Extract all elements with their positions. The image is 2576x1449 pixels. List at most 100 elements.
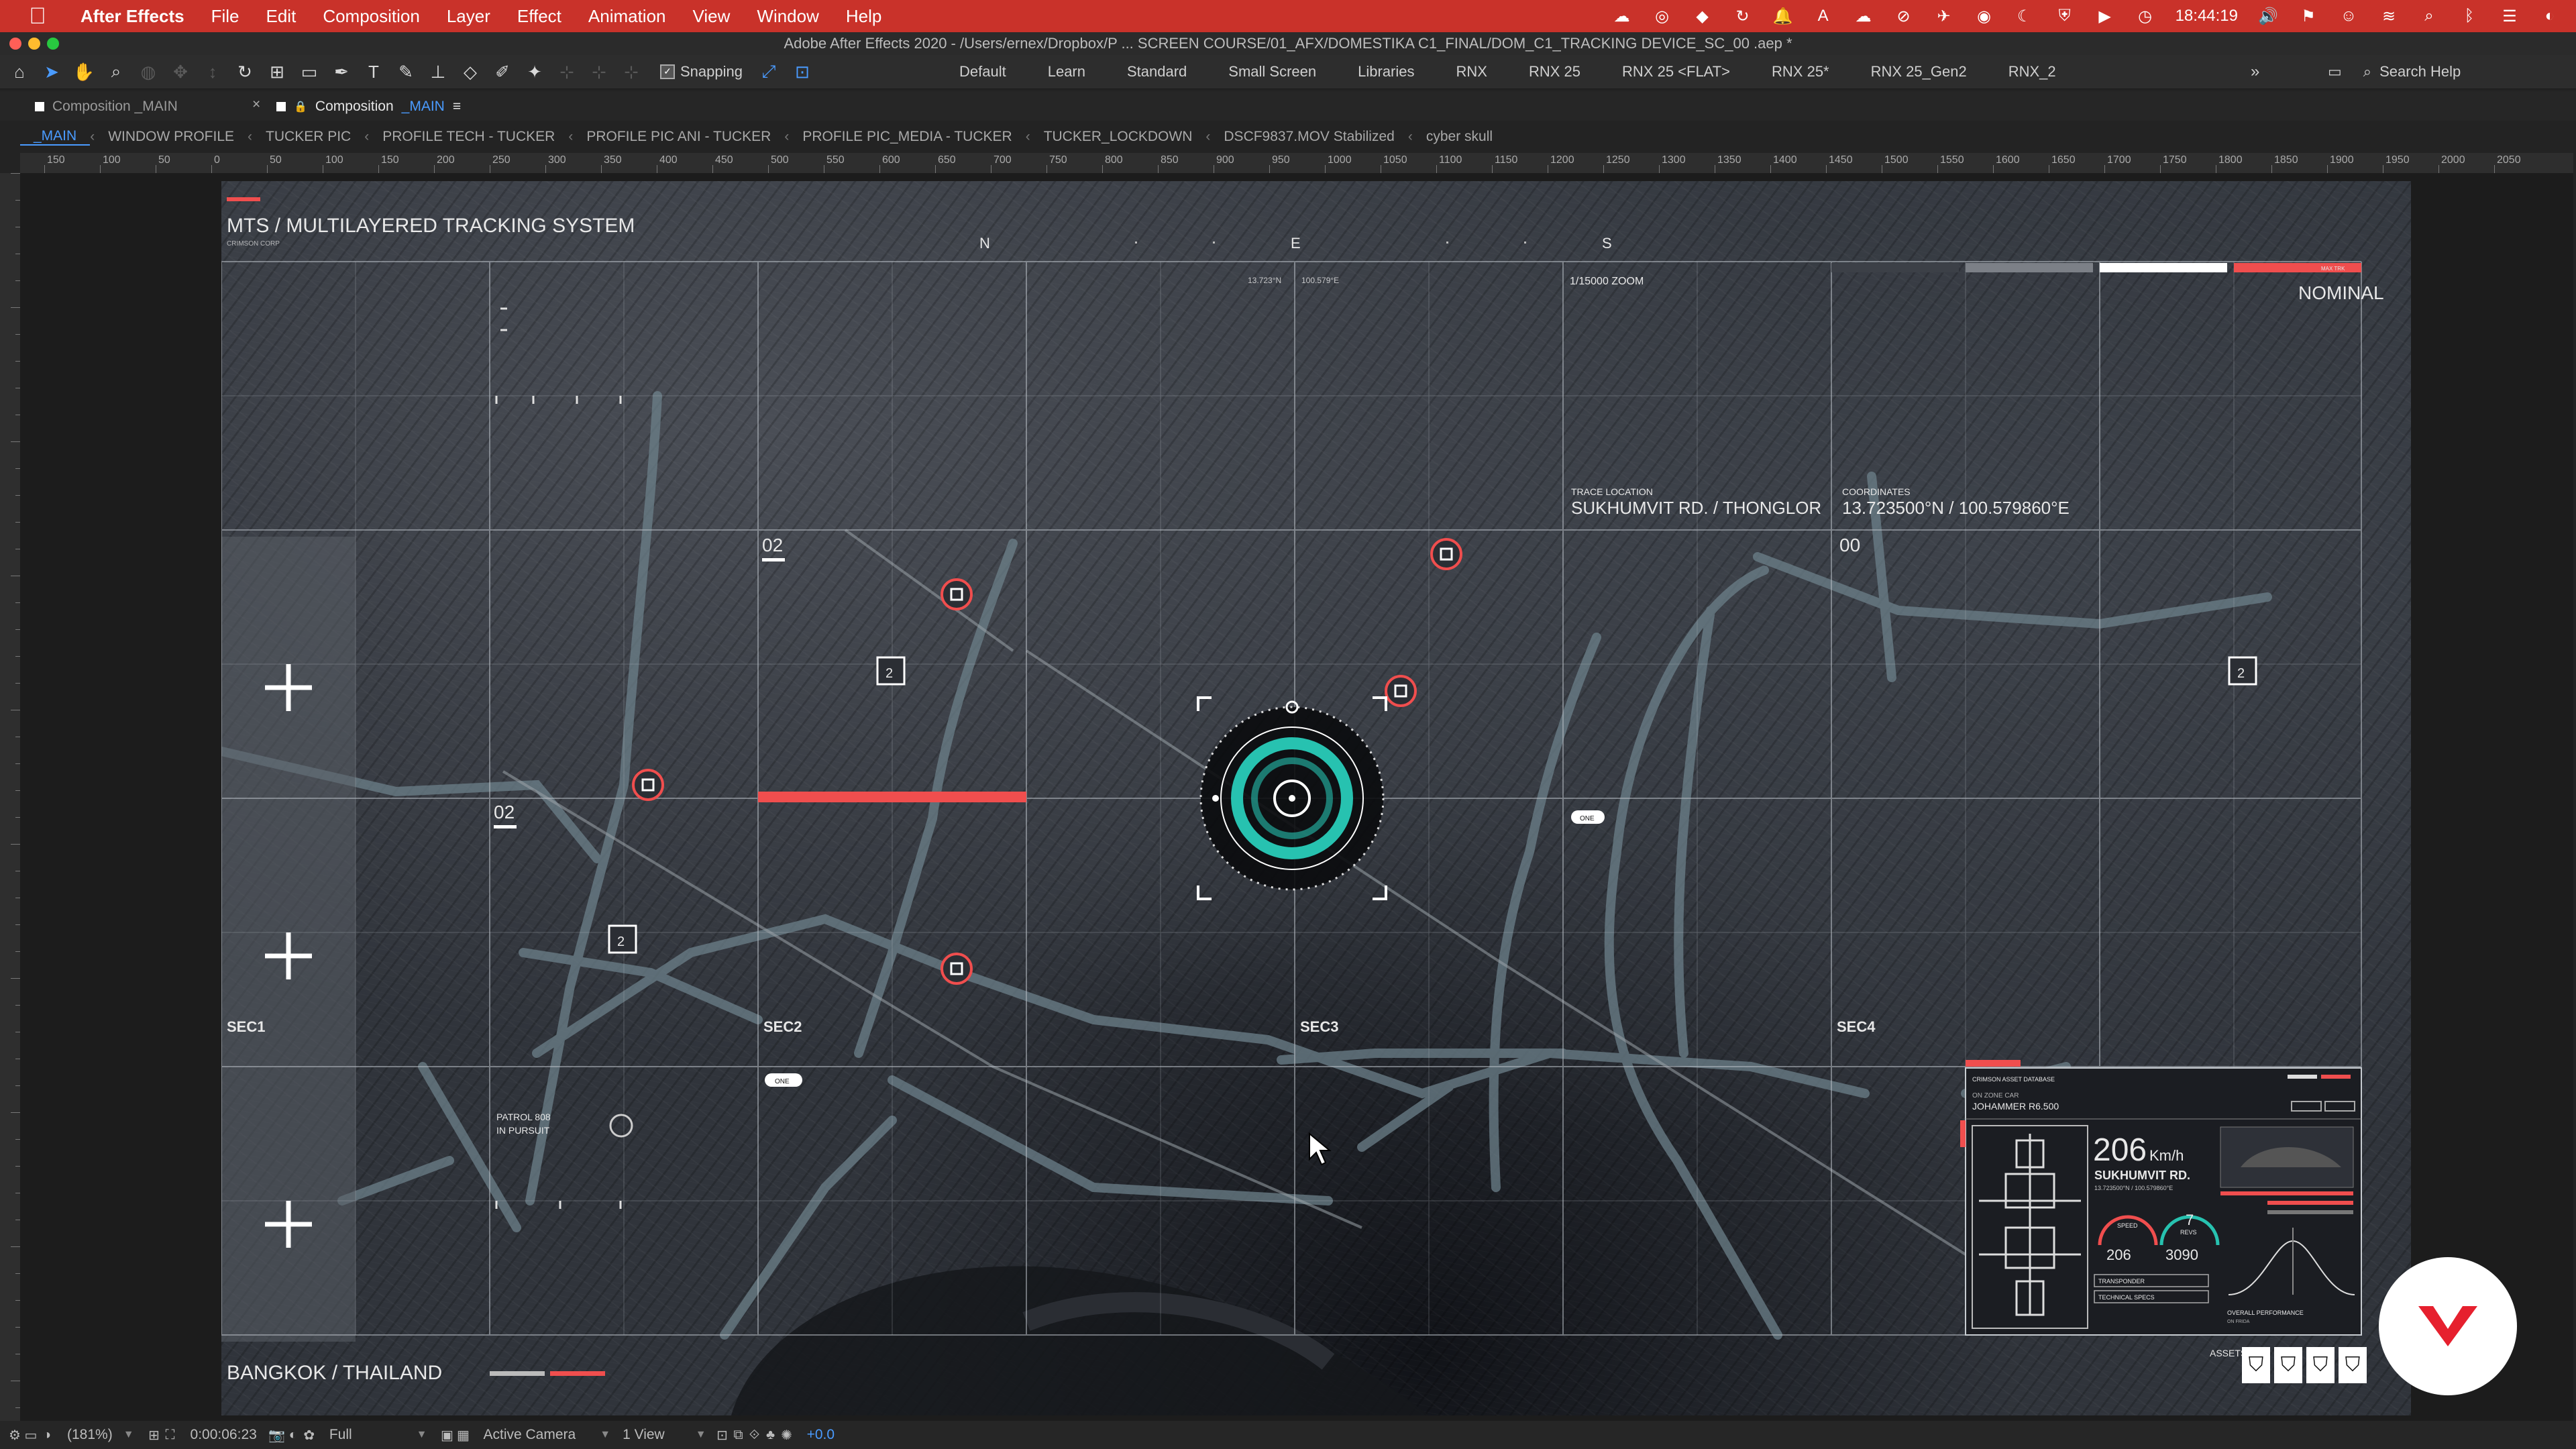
user-icon[interactable]: ☺: [2339, 6, 2359, 26]
zoom-window-button[interactable]: [47, 38, 59, 50]
menu-layer[interactable]: Layer: [447, 6, 490, 27]
close-tab-button[interactable]: ×: [252, 97, 260, 113]
control-center-icon[interactable]: ☰: [2500, 6, 2520, 26]
cloud-icon[interactable]: ☁: [1854, 6, 1874, 26]
exposure-value[interactable]: +0.0: [807, 1427, 835, 1443]
history-icon[interactable]: ◷: [2135, 6, 2155, 26]
grid-icon[interactable]: ⊞: [146, 1427, 162, 1443]
workspace-default[interactable]: Default: [959, 63, 1006, 80]
color-channel-icon[interactable]: ✿: [301, 1427, 317, 1443]
workspace-rnx-25[interactable]: RNX 25: [1529, 63, 1580, 80]
menu-help[interactable]: Help: [846, 6, 881, 27]
show-snapshot-icon[interactable]: ◐: [285, 1427, 301, 1443]
ruler-vertical[interactable]: [0, 173, 21, 1421]
breadcrumb-window-profile[interactable]: WINDOW PROFILE: [95, 129, 248, 145]
zoom-tool-icon[interactable]: ⌕: [103, 59, 129, 85]
region-icon[interactable]: ⛶: [162, 1427, 178, 1443]
minimize-window-button[interactable]: [28, 38, 40, 50]
snapping-checkbox[interactable]: ✓: [660, 64, 675, 79]
breadcrumb-profile-pic-media[interactable]: PROFILE PIC_MEDIA - TUCKER: [789, 129, 1025, 145]
world-axis-icon[interactable]: ⊹: [586, 59, 612, 85]
preview-options-icon[interactable]: ⚙: [7, 1427, 23, 1443]
asset-button-3[interactable]: ⛉: [2306, 1347, 2334, 1383]
type-tool-icon[interactable]: T: [361, 59, 386, 85]
pan-tool-icon[interactable]: ✥: [168, 59, 193, 85]
search-help-input[interactable]: Search Help: [2379, 63, 2461, 80]
composition-viewer[interactable]: MTS / MULTILAYERED TRACKING SYSTEM CRIMS…: [20, 173, 2573, 1421]
fast-preview-icon[interactable]: ⟐: [747, 1427, 763, 1443]
composition-frame[interactable]: MTS / MULTILAYERED TRACKING SYSTEM CRIMS…: [221, 181, 2411, 1415]
workspace-rnx-25-gen2[interactable]: RNX 25_Gen2: [1871, 63, 1967, 80]
menu-effect[interactable]: Effect: [517, 6, 561, 27]
wifi-icon[interactable]: ≋: [2379, 6, 2399, 26]
cc-icon[interactable]: ☁: [1612, 6, 1632, 26]
breadcrumb-dscf9837[interactable]: DSCF9837.MOV Stabilized: [1210, 129, 1407, 145]
breadcrumb-main[interactable]: _MAIN: [20, 128, 91, 146]
menu-app[interactable]: After Effects: [80, 6, 184, 27]
menu-composition[interactable]: Composition: [323, 6, 420, 27]
ruler-horizontal[interactable]: 150 100 50 0 50 100 150 200 250 300 350 400 450 500 55…: [20, 153, 2573, 174]
flowchart-icon[interactable]: ♣: [763, 1427, 779, 1443]
rocket-icon[interactable]: ✈: [1934, 6, 1954, 26]
orbit-tool-icon[interactable]: ◍: [136, 59, 161, 85]
camera-dropdown[interactable]: Active Camera ▼: [484, 1427, 611, 1443]
dropbox-icon[interactable]: ◆: [1693, 6, 1713, 26]
workspace-standard[interactable]: Standard: [1127, 63, 1187, 80]
home-icon[interactable]: ⌂: [7, 59, 32, 85]
workspace-small-screen[interactable]: Small Screen: [1228, 63, 1316, 80]
workspace-overflow-button[interactable]: »: [2251, 55, 2259, 89]
hand-tool-icon[interactable]: ✋: [71, 59, 97, 85]
tab-composition-main-1[interactable]: Composition _MAIN: [35, 97, 178, 117]
rectangle-tool-icon[interactable]: ▭: [297, 59, 322, 85]
airdrop-icon[interactable]: ◎: [1652, 6, 1672, 26]
menu-view[interactable]: View: [693, 6, 731, 27]
panel-menu-icon[interactable]: ≡: [453, 99, 461, 115]
breadcrumb-tucker-pic[interactable]: TUCKER PIC: [252, 129, 364, 145]
breadcrumb-tucker-lockdown[interactable]: TUCKER_LOCKDOWN: [1030, 129, 1206, 145]
search-help[interactable]: ▭ ⌕ Search Help: [2328, 55, 2461, 89]
camera-snapshot-icon[interactable]: 📷: [268, 1427, 285, 1443]
reset-exposure-icon[interactable]: ✺: [779, 1427, 795, 1443]
snapping-toggle[interactable]: ✓ Snapping ⤢ ⊡: [660, 59, 815, 85]
target-icon[interactable]: ◉: [1974, 6, 1994, 26]
bluetooth-icon[interactable]: ᛒ: [2459, 6, 2479, 26]
menubar-clock[interactable]: 18:44:19: [2176, 7, 2238, 25]
view-axis-icon[interactable]: ⊹: [619, 59, 644, 85]
clone-stamp-tool-icon[interactable]: ⊥: [425, 59, 451, 85]
pan-behind-tool-icon[interactable]: ⊞: [264, 59, 290, 85]
apple-icon[interactable]: : [24, 3, 51, 30]
workspace-learn[interactable]: Learn: [1048, 63, 1085, 80]
puppet-tool-icon[interactable]: ✦: [522, 59, 547, 85]
snap-edges-icon[interactable]: ⤢: [756, 59, 782, 85]
workspace-rnx-2[interactable]: RNX_2: [2008, 63, 2056, 80]
toggle-pixel-icon[interactable]: ⊡: [714, 1427, 731, 1443]
pen-tool-icon[interactable]: ✒: [329, 59, 354, 85]
menu-window[interactable]: Window: [757, 6, 818, 27]
lock-icon[interactable]: 🔒: [294, 100, 307, 113]
siri-icon[interactable]: ◐: [2540, 6, 2560, 26]
sync-icon[interactable]: ↻: [1733, 6, 1753, 26]
draft-3d-icon[interactable]: ⧉: [731, 1427, 747, 1443]
dolly-tool-icon[interactable]: ↕: [200, 59, 225, 85]
volume-icon[interactable]: 🔊: [2258, 6, 2278, 26]
snap-features-icon[interactable]: ⊡: [790, 59, 815, 85]
close-window-button[interactable]: [9, 38, 21, 50]
timecode-display[interactable]: 0:00:06:23: [191, 1427, 257, 1443]
brush-tool-icon[interactable]: ✎: [393, 59, 419, 85]
transparency-grid-icon[interactable]: ▦: [455, 1427, 472, 1443]
menu-edit[interactable]: Edit: [266, 6, 297, 27]
monitor-icon[interactable]: ▭: [23, 1427, 39, 1443]
menu-animation[interactable]: Animation: [588, 6, 666, 27]
view-layout-dropdown[interactable]: 1 View ▼: [623, 1427, 706, 1443]
breadcrumb-profile-tech[interactable]: PROFILE TECH - TUCKER: [369, 129, 568, 145]
text-tool-icon[interactable]: A: [1813, 6, 1833, 26]
spotlight-icon[interactable]: ⌕: [2419, 6, 2439, 26]
menu-file[interactable]: File: [211, 6, 239, 27]
breadcrumb-profile-pic-ani[interactable]: PROFILE PIC ANI - TUCKER: [573, 129, 784, 145]
magnification-dropdown[interactable]: (181%) ▼: [67, 1427, 134, 1443]
play-icon[interactable]: ▶: [2095, 6, 2115, 26]
roto-brush-tool-icon[interactable]: ✐: [490, 59, 515, 85]
workspace-rnx-25-flat[interactable]: RNX 25 <FLAT>: [1622, 63, 1730, 80]
block-icon[interactable]: ⊘: [1894, 6, 1914, 26]
moon-icon[interactable]: ☾: [2015, 6, 2035, 26]
